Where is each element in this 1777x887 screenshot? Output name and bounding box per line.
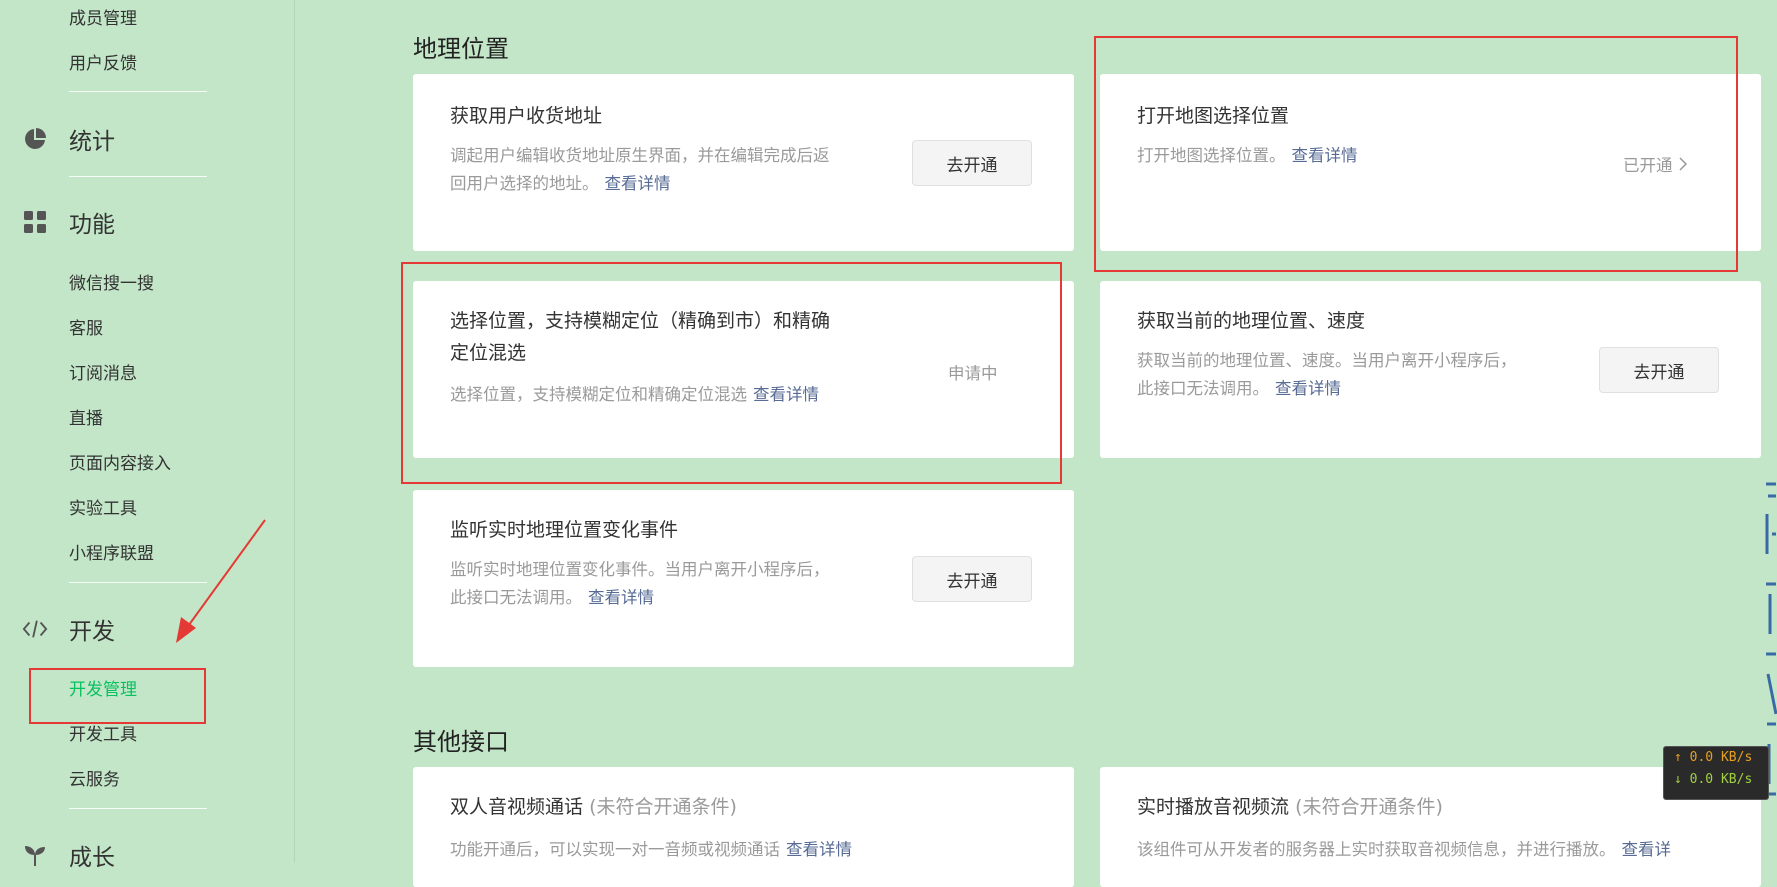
card-title: 监听实时地理位置变化事件 xyxy=(450,519,679,541)
card-choose-location: 选择位置，支持模糊定位（精确到市）和精确 定位混选 选择位置，支持模糊定位和精确… xyxy=(413,281,1074,458)
card-video-call: 双人音视频通话 (未符合开通条件) 功能开通后，可以实现一对一音频或视频通话 查看… xyxy=(413,767,1074,887)
view-details-link[interactable]: 查看详情 xyxy=(588,588,654,607)
upload-value: 0.0 KB/s xyxy=(1689,750,1753,765)
card-desc: 功能开通后，可以实现一对一音频或视频通话 查看详情 xyxy=(450,836,852,864)
card-desc-line: 调起用户编辑收货地址原生界面，并在编辑完成后返 xyxy=(450,146,830,165)
card-title: 打开地图选择位置 xyxy=(1137,105,1290,127)
card-desc-line: 获取当前的地理位置、速度。当用户离开小程序后， xyxy=(1137,351,1517,370)
enable-button[interactable]: 去开通 xyxy=(912,140,1032,186)
network-speed-widget: ↑ 0.0 KB/s ↓ 0.0 KB/s xyxy=(1663,746,1769,800)
card-live-stream: 实时播放音视频流 (未符合开通条件) 该组件可从开发者的服务器上实时获取音视频信… xyxy=(1100,767,1761,887)
view-details-link[interactable]: 查看详 xyxy=(1622,840,1672,859)
enable-button[interactable]: 去开通 xyxy=(1599,347,1719,393)
arrow-up-icon: ↑ xyxy=(1674,750,1682,765)
card-title: 选择位置，支持模糊定位（精确到市）和精确 定位混选 xyxy=(450,305,830,369)
card-note: (未符合开通条件) xyxy=(589,796,737,818)
card-current-location: 获取当前的地理位置、速度 获取当前的地理位置、速度。当用户离开小程序后， 此接口… xyxy=(1100,281,1761,458)
card-desc-line: 该组件可从开发者的服务器上实时获取音视频信息，并进行播放。 xyxy=(1137,840,1616,859)
view-details-link[interactable]: 查看详情 xyxy=(1292,146,1358,165)
view-details-link[interactable]: 查看详情 xyxy=(786,840,852,859)
card-title: 实时播放音视频流 (未符合开通条件) xyxy=(1137,791,1443,823)
arrow-annotation xyxy=(176,519,266,643)
card-title: 获取用户收货地址 xyxy=(450,105,603,127)
card-address: 获取用户收货地址 调起用户编辑收货地址原生界面，并在编辑完成后返 回用户选择的地… xyxy=(413,74,1074,251)
status-label: 已开通 xyxy=(1623,156,1673,175)
card-title-text: 双人音视频通话 xyxy=(450,796,584,818)
card-desc-line: 功能开通后，可以实现一对一音频或视频通话 xyxy=(450,840,780,859)
section-title-other: 其他接口 xyxy=(413,728,509,756)
card-title: 双人音视频通话 (未符合开通条件) xyxy=(450,791,737,823)
view-details-link[interactable]: 查看详情 xyxy=(753,385,819,404)
download-value: 0.0 KB/s xyxy=(1689,772,1753,787)
arrow-down-icon: ↓ xyxy=(1674,772,1682,787)
upload-speed: ↑ 0.0 KB/s xyxy=(1664,747,1768,769)
status-enabled[interactable]: 已开通 xyxy=(1623,152,1688,176)
card-listen-location: 监听实时地理位置变化事件 监听实时地理位置变化事件。当用户离开小程序后， 此接口… xyxy=(413,490,1074,667)
card-desc: 该组件可从开发者的服务器上实时获取音视频信息，并进行播放。 查看详 xyxy=(1137,836,1671,864)
card-desc-line: 回用户选择的地址。 xyxy=(450,174,599,193)
enable-button[interactable]: 去开通 xyxy=(912,556,1032,602)
download-speed: ↓ 0.0 KB/s xyxy=(1664,769,1768,791)
card-title-line: 选择位置，支持模糊定位（精确到市）和精确 xyxy=(450,310,831,332)
card-desc-line: 此接口无法调用。 xyxy=(1137,379,1269,398)
section-title-geo: 地理位置 xyxy=(413,35,509,63)
card-title-text: 实时播放音视频流 xyxy=(1137,796,1290,818)
card-desc: 获取当前的地理位置、速度。当用户离开小程序后， 此接口无法调用。 查看详情 xyxy=(1137,347,1517,403)
view-details-link[interactable]: 查看详情 xyxy=(605,174,671,193)
card-desc: 调起用户编辑收货地址原生界面，并在编辑完成后返 回用户选择的地址。 查看详情 xyxy=(450,142,830,198)
card-title: 获取当前的地理位置、速度 xyxy=(1137,310,1366,332)
card-desc-line: 此接口无法调用。 xyxy=(450,588,582,607)
view-details-link[interactable]: 查看详情 xyxy=(1275,379,1341,398)
card-desc: 打开地图选择位置。 查看详情 xyxy=(1137,142,1358,170)
card-title-line: 定位混选 xyxy=(450,342,527,364)
card-map: 打开地图选择位置 打开地图选择位置。 查看详情 已开通 xyxy=(1100,74,1761,251)
card-desc-line: 选择位置，支持模糊定位和精确定位混选 xyxy=(450,385,747,404)
status-pending: 申请中 xyxy=(948,364,998,383)
card-desc-line: 监听实时地理位置变化事件。当用户离开小程序后， xyxy=(450,560,830,579)
card-note: (未符合开通条件) xyxy=(1295,796,1443,818)
card-desc: 监听实时地理位置变化事件。当用户离开小程序后， 此接口无法调用。 查看详情 xyxy=(450,556,830,612)
card-desc: 选择位置，支持模糊定位和精确定位混选 查看详情 xyxy=(450,381,819,409)
card-desc-line: 打开地图选择位置。 xyxy=(1137,146,1286,165)
chevron-right-icon xyxy=(1678,156,1688,175)
